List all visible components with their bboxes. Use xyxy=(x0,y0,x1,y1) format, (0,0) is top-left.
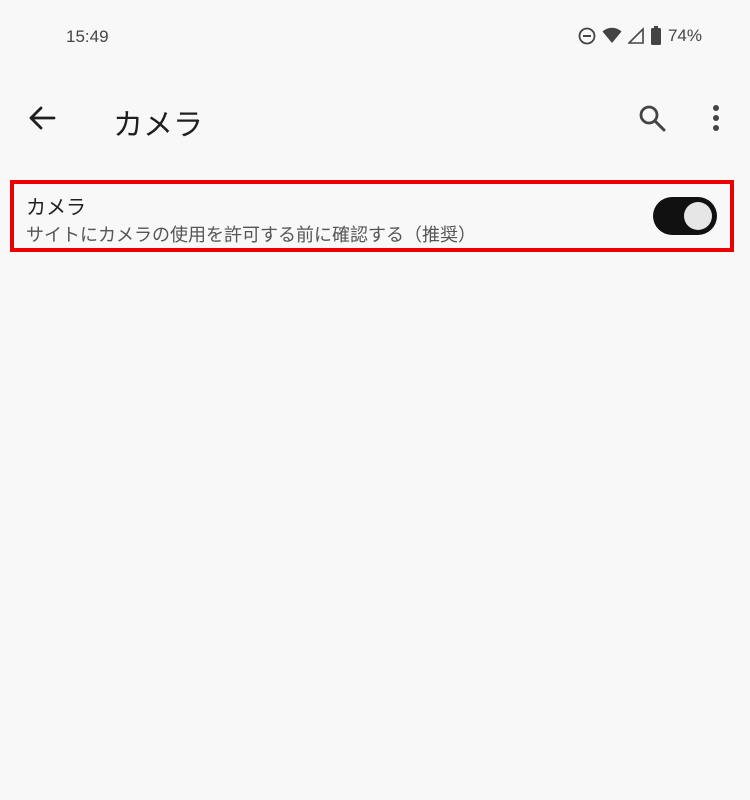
search-button[interactable] xyxy=(630,98,674,142)
app-bar: カメラ xyxy=(0,80,750,156)
page-title: カメラ xyxy=(113,108,203,143)
back-button[interactable] xyxy=(20,98,64,142)
battery-percent: 74% xyxy=(667,26,702,45)
cellular-signal-icon xyxy=(627,27,644,45)
more-options-button[interactable] xyxy=(694,98,738,142)
search-icon xyxy=(638,104,666,136)
status-icons: 74% xyxy=(578,26,702,46)
toggle-knob xyxy=(684,202,712,230)
setting-title: カメラ xyxy=(26,195,86,219)
do-not-disturb-icon xyxy=(578,27,596,45)
camera-toggle-switch[interactable] xyxy=(653,197,717,235)
status-bar: 15:49 74% xyxy=(0,0,750,76)
back-arrow-icon xyxy=(28,104,56,136)
wifi-icon xyxy=(602,27,622,45)
camera-setting-row[interactable]: カメラ サイトにカメラの使用を許可する前に確認する（推奨） xyxy=(10,180,734,252)
battery-icon xyxy=(650,26,662,46)
more-vert-icon xyxy=(711,104,721,136)
status-time: 15:49 xyxy=(66,27,109,46)
setting-summary: サイトにカメラの使用を許可する前に確認する（推奨） xyxy=(26,225,476,246)
